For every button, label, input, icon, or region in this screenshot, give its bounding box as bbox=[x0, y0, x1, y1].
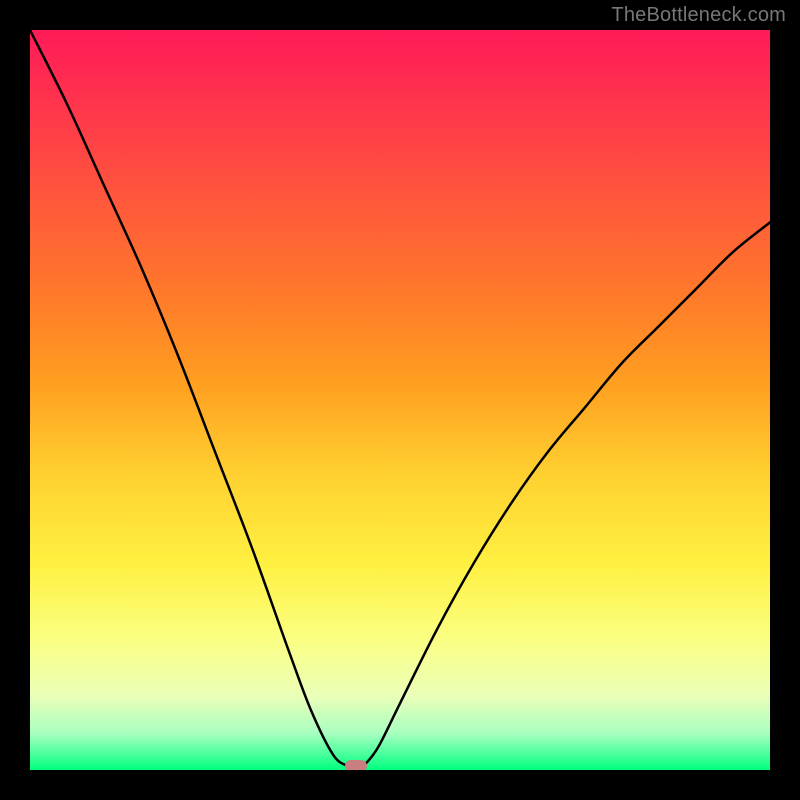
watermark-text: TheBottleneck.com bbox=[611, 4, 786, 27]
chart-container: TheBottleneck.com bbox=[0, 0, 800, 800]
bottleneck-curve bbox=[30, 30, 770, 770]
plot-area bbox=[30, 30, 770, 770]
curve-path bbox=[30, 30, 770, 770]
